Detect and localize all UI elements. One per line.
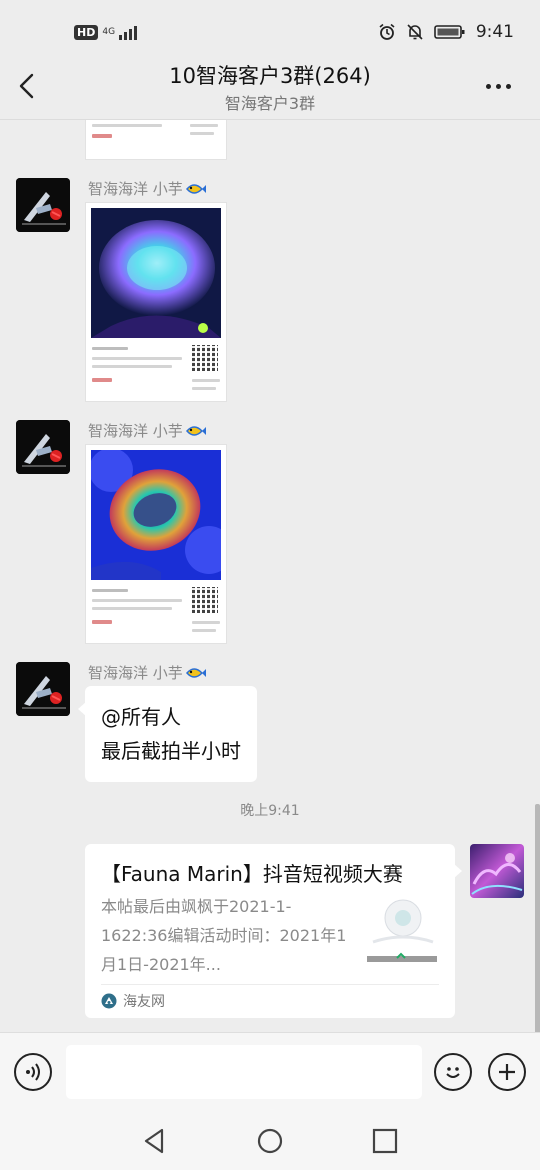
alarm-icon — [379, 23, 395, 40]
plus-icon — [499, 1064, 515, 1080]
link-divider — [101, 984, 439, 985]
sender-name: 智海海洋 小芋 — [88, 662, 207, 683]
system-navigation-bar — [0, 1112, 540, 1170]
signal-icon — [119, 24, 138, 40]
coral-photo — [91, 450, 221, 580]
status-time: 9:41 — [475, 22, 514, 42]
sender-name: 智海海洋 小芋 — [88, 420, 207, 441]
link-source: 海友网 — [101, 991, 165, 1011]
status-right: 9:41 — [378, 22, 514, 42]
voice-input-button[interactable] — [14, 1053, 52, 1091]
product-card-partial[interactable] — [85, 120, 227, 160]
chat-subtitle: 智海客户3群 — [224, 94, 316, 113]
message-line: 最后截拍半小时 — [101, 739, 241, 763]
more-functions-button[interactable] — [488, 1053, 526, 1091]
chat-title: 10智海客户3群(264) — [169, 64, 371, 88]
sender-label: 智海海洋 小芋 — [88, 180, 183, 198]
sender-label: 智海海洋 小芋 — [88, 422, 183, 440]
input-bar — [0, 1032, 540, 1112]
fish-emoji-icon — [185, 425, 206, 436]
network-label: 4G — [102, 26, 116, 37]
link-description: 本帖最后由飒枫于2021-1-1622:36编辑活动时间：2021年1月1日-2… — [101, 897, 347, 974]
link-thumbnail — [367, 892, 439, 964]
link-title: 【Fauna Marin】抖音短视频大赛 — [101, 862, 403, 886]
nav-back-icon[interactable] — [140, 1126, 170, 1156]
product-card[interactable] — [85, 444, 227, 644]
nav-home-icon[interactable] — [255, 1126, 285, 1156]
battery-icon — [434, 25, 465, 39]
smiley-icon — [446, 1067, 460, 1078]
avatar[interactable] — [16, 178, 70, 232]
message-list[interactable]: 智海海洋 小芋 智海海洋 小芋 智海海洋 小芋 @所有人 最后截拍半小时 晚上9… — [0, 120, 540, 1032]
message-timestamp: 晚上9:41 — [240, 803, 300, 819]
fish-emoji-icon — [185, 667, 206, 678]
hd-badge: HD — [74, 24, 99, 40]
nav-recents-icon[interactable] — [370, 1126, 400, 1156]
avatar[interactable] — [16, 662, 70, 716]
coral-photo — [91, 208, 221, 338]
emoji-button[interactable] — [434, 1053, 472, 1091]
scrollbar[interactable] — [535, 804, 540, 1032]
link-source-name: 海友网 — [123, 994, 165, 1010]
self-avatar[interactable] — [470, 844, 524, 898]
more-options-button[interactable] — [486, 76, 518, 96]
sender-name: 智海海洋 小芋 — [88, 178, 207, 199]
chat-header: 10智海客户3群(264) 智海客户3群 — [0, 52, 540, 120]
status-left: HD 4G — [74, 24, 138, 40]
product-card[interactable] — [85, 202, 227, 402]
message-line: @所有人 — [101, 705, 181, 729]
voice-icon — [26, 1063, 40, 1081]
link-card[interactable]: 【Fauna Marin】抖音短视频大赛 本帖最后由飒枫于2021-1-1622… — [85, 844, 462, 1018]
haiyou-logo-icon — [101, 993, 117, 1009]
mute-bell-icon — [407, 24, 423, 40]
fish-emoji-icon — [185, 183, 206, 194]
message-input[interactable] — [66, 1045, 422, 1099]
sender-label: 智海海洋 小芋 — [88, 664, 183, 682]
avatar[interactable] — [16, 420, 70, 474]
text-message-bubble[interactable]: @所有人 最后截拍半小时 — [78, 686, 257, 782]
